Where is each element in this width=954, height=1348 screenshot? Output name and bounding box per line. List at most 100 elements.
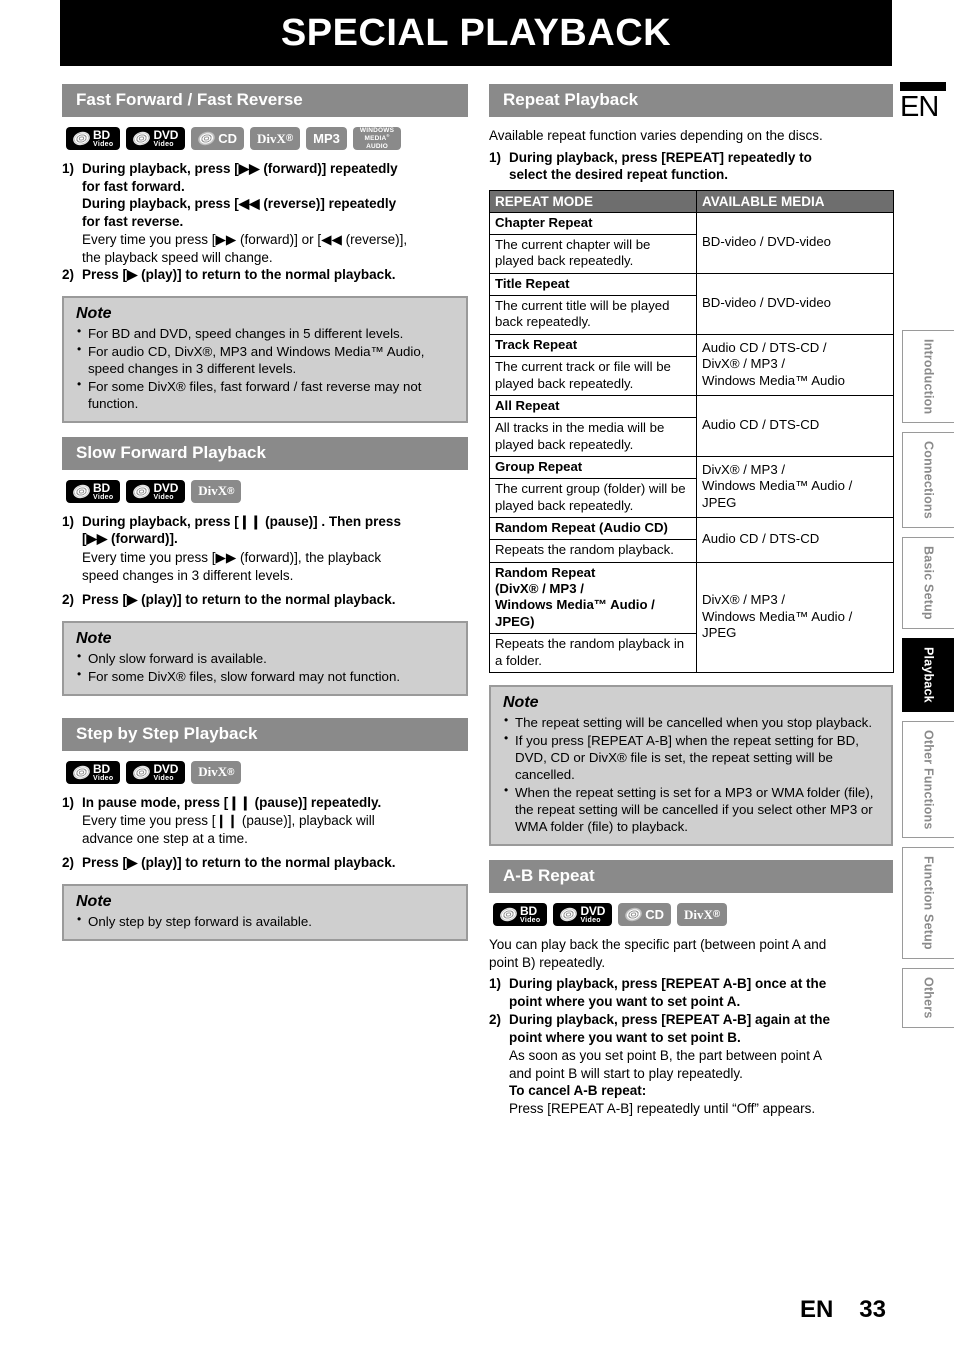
- cell-repeat-description: Repeats the random playback.: [489, 539, 697, 563]
- badge-dvd-sublabel: Video: [153, 141, 174, 148]
- cell-repeat-mode: Title Repeat: [489, 272, 697, 297]
- page-title-banner: SPECIAL PLAYBACK: [60, 0, 892, 66]
- note-item: If you press [REPEAT A-B] when the repea…: [503, 731, 881, 783]
- badge-bd-sublabel: Video: [520, 917, 541, 925]
- step-subtext-line: and point B will start to play repeatedl…: [509, 1065, 743, 1081]
- side-tab-function-setup[interactable]: Function Setup: [902, 847, 954, 960]
- step-text-line: Press [▶ (play)] to return to the normal…: [82, 267, 396, 283]
- step-text-line: During playback, press [❙❙ (pause)] . Th…: [82, 513, 401, 529]
- ab-repeat-intro-line: point B) repeatedly.: [489, 954, 606, 970]
- side-tab-label: Others: [921, 977, 936, 1019]
- side-tab-basic-setup[interactable]: Basic Setup: [902, 537, 954, 629]
- cell-available-media: DivX® / MP3 /Windows Media™ Audio / JPEG: [696, 561, 894, 673]
- side-tab-label: Playback: [921, 646, 936, 703]
- side-tab-label: Introduction: [921, 339, 936, 415]
- step-text-line: Press [▶ (play)] to return to the normal…: [82, 592, 396, 608]
- badge-divx: DivX ®: [191, 479, 242, 503]
- step-text-line: During playback, press [REPEAT A-B] agai…: [509, 1012, 831, 1028]
- badge-cd-label: CD: [645, 907, 664, 923]
- note-box-repeat-playback: Note The repeat setting will be cancelle…: [489, 684, 893, 847]
- table-row: Chapter Repeat BD-video / DVD-video: [489, 211, 894, 274]
- page-title: SPECIAL PLAYBACK: [280, 11, 672, 54]
- disc-icon: [131, 482, 153, 501]
- badge-mp3-label: MP3: [313, 131, 340, 146]
- badge-bd-video: BD Video: [66, 479, 121, 503]
- side-tab-connections[interactable]: Connections: [902, 432, 954, 529]
- badge-bd-sublabel: Video: [93, 774, 114, 782]
- note-item: When the repeat setting is set for a MP3…: [503, 783, 881, 835]
- column-header-available-media: AVAILABLE MEDIA: [696, 189, 894, 213]
- badge-divx-label: DivX: [256, 130, 286, 146]
- note-box-fast-forward: Note For BD and DVD, speed changes in 5 …: [62, 295, 468, 423]
- step-text-line: [▶▶ (forward)].: [82, 531, 178, 547]
- step-number: 2): [62, 855, 75, 871]
- media-badges-ab-repeat: BD Video DVD Video CD DivX ®: [493, 903, 893, 927]
- table-body: Chapter Repeat BD-video / DVD-video The cu…: [489, 211, 894, 673]
- badge-bd-label: BD: [93, 480, 110, 495]
- badge-dvd-label: DVD: [580, 904, 606, 919]
- side-tab-playback[interactable]: Playback: [902, 637, 954, 712]
- section-header-slow-forward: Slow Forward Playback: [62, 436, 468, 470]
- step-number: 1): [489, 149, 502, 165]
- table-row: Random Repeat (DivX® / MP3 /Windows Media…: [489, 561, 894, 673]
- cell-repeat-description: The current track or file will be played…: [489, 356, 697, 396]
- left-column: Fast Forward / Fast Reverse BD Video DVD V…: [62, 84, 468, 955]
- step-text-line: point where you want to set point A.: [509, 993, 741, 1009]
- disc-icon: [71, 763, 92, 781]
- disc-icon: [131, 129, 153, 148]
- step-subtext-line: Every time you press [▶▶ (forward)], the…: [82, 550, 382, 565]
- step-text-line: In pause mode, press [❙❙ (pause)] repeat…: [82, 794, 382, 810]
- step-subtext: Every time you press [❙❙ (pause)], playb…: [82, 812, 468, 847]
- step-number: 2): [62, 267, 75, 283]
- cancel-heading: To cancel A-B repeat:: [509, 1083, 647, 1099]
- step-subtext-line: the playback speed will change.: [82, 249, 273, 265]
- instruction-step: 2) Press [▶ (play)] to return to the nor…: [62, 854, 468, 872]
- step-text-line: point where you want to set point B.: [509, 1029, 741, 1045]
- step-number: 2): [62, 592, 75, 608]
- step-text-line: During playback, press [◀◀ (reverse)] re…: [82, 196, 397, 212]
- page-footer: EN 33: [0, 1296, 954, 1324]
- badge-bd-video: BD Video: [493, 903, 548, 927]
- cell-available-media: DivX® / MP3 /Windows Media™ Audio / JPEG: [696, 455, 894, 519]
- table-row: All Repeat Audio CD / DTS-CD: [489, 394, 894, 457]
- language-flag-label: EN: [900, 91, 939, 123]
- note-heading: Note: [76, 892, 112, 910]
- cell-available-media: Audio CD / DTS-CD / DivX® / MP3 /Windows …: [696, 333, 894, 396]
- cell-available-media: Audio CD / DTS-CD: [696, 517, 894, 563]
- badge-mp3: MP3: [306, 127, 347, 150]
- badge-divx-label: DivX: [683, 906, 713, 922]
- step-text-line: for fast reverse.: [82, 213, 184, 229]
- instruction-step: 2) Press [▶ (play)] to return to the nor…: [62, 591, 468, 609]
- disc-icon: [71, 129, 92, 148]
- badge-bd-video: BD Video: [66, 127, 121, 150]
- note-item: The repeat setting will be cancelled whe…: [503, 713, 881, 731]
- media-badges-step-by-step: BD Video DVD Video DivX ®: [66, 760, 468, 784]
- step-text-line: Press [▶ (play)] to return to the normal…: [82, 855, 396, 871]
- badge-dvd-sublabel: Video: [153, 493, 174, 501]
- note-heading: Note: [76, 629, 112, 647]
- badge-divx: DivX ®: [191, 760, 242, 784]
- side-tab-introduction[interactable]: Introduction: [902, 330, 954, 424]
- cell-repeat-description: Repeats the random playback in a folder.: [489, 633, 697, 673]
- disc-icon: [71, 482, 92, 501]
- badge-cd-label: CD: [218, 131, 237, 146]
- badge-bd-sublabel: Video: [93, 141, 114, 148]
- cell-repeat-mode: Chapter Repeat: [489, 211, 697, 236]
- badge-dvd-video: DVD Video: [126, 760, 186, 784]
- cell-repeat-mode: All Repeat: [489, 394, 697, 419]
- media-badges-slow-forward: BD Video DVD Video DivX ®: [66, 479, 468, 503]
- badge-dvd-label: DVD: [153, 480, 179, 495]
- cell-repeat-mode: Track Repeat: [489, 333, 697, 358]
- note-box-slow-forward: Note Only slow forward is available. For…: [62, 620, 468, 696]
- badge-dvd-video: DVD Video: [126, 127, 186, 150]
- section-header-step-by-step: Step by Step Playback: [62, 717, 468, 751]
- note-heading: Note: [76, 304, 112, 322]
- instruction-step: 1) During playback, press [▶▶ (forward)]…: [62, 160, 468, 230]
- ab-repeat-intro-line: You can play back the specific part (bet…: [489, 937, 827, 953]
- side-tab-other-functions[interactable]: Other Functions: [902, 720, 954, 839]
- badge-dvd-video: DVD Video: [126, 479, 186, 503]
- cell-available-media: Audio CD / DTS-CD: [696, 394, 894, 457]
- language-flag: EN: [900, 82, 954, 122]
- side-tab-others[interactable]: Others: [902, 968, 954, 1028]
- badge-dvd-label: DVD: [153, 128, 179, 142]
